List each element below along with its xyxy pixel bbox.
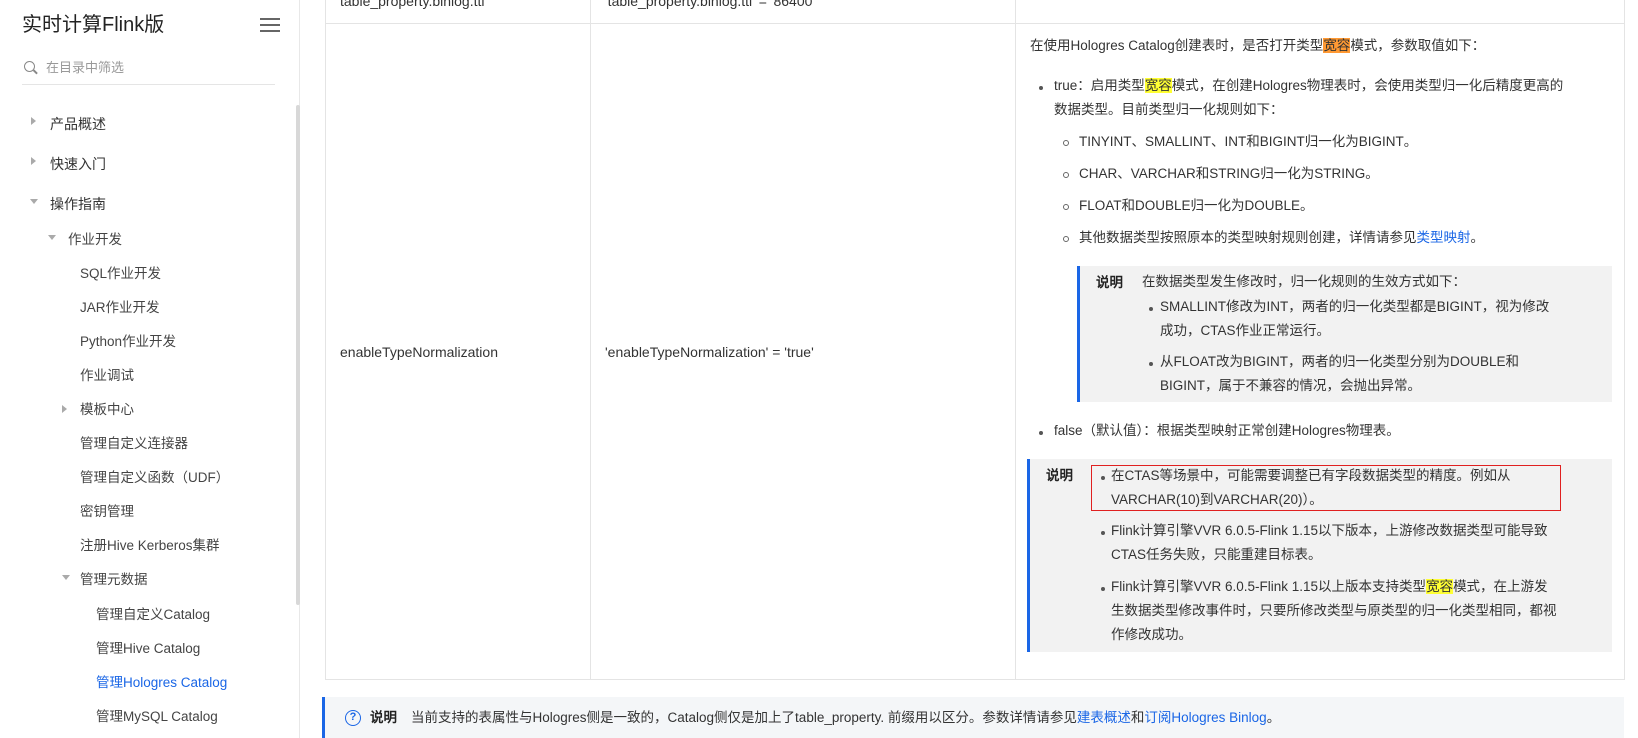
caret-down-icon[interactable] <box>62 575 70 580</box>
sidebar-scrollbar[interactable] <box>296 105 300 605</box>
search-icon <box>24 61 35 72</box>
bullet-dot <box>1101 587 1105 591</box>
bullet-dot <box>1101 531 1105 535</box>
sidebar-item-jar-job[interactable]: JAR作业开发 <box>80 298 160 318</box>
sidebar-item-product-overview[interactable]: 产品概述 <box>50 114 106 134</box>
bullet-circle <box>1063 172 1069 178</box>
sidebar-title: 实时计算Flink版 <box>22 14 165 36</box>
bottom-note: ? 说明 当前支持的表属性与Hologres侧是一致的，Catalog侧仅是加上… <box>322 697 1624 738</box>
note-item-cont: 生数据类型修改事件时，只要所修改类型与原类型的归一化类型相同，都视 <box>1111 603 1557 618</box>
note-label: 说明 <box>370 710 397 725</box>
bottom-note-text: 当前支持的表属性与Hologres侧是一致的，Catalog侧仅是加上了tabl… <box>411 710 1281 725</box>
sidebar-item-custom-catalog[interactable]: 管理自定义Catalog <box>96 605 210 625</box>
bullet-dot <box>1039 431 1043 435</box>
hologres-binlog-link[interactable]: 订阅Hologres Binlog <box>1144 710 1266 725</box>
sidebar-item-template-center[interactable]: 模板中心 <box>80 400 134 420</box>
sidebar-item-quick-start[interactable]: 快速入门 <box>50 154 106 174</box>
bullet-circle <box>1063 204 1069 210</box>
table-border <box>590 0 591 680</box>
param-name: table_property.binlog.ttl <box>340 0 485 9</box>
note-item-cont: VARCHAR(10)到VARCHAR(20)）。 <box>1111 492 1323 507</box>
caret-right-icon[interactable] <box>62 405 67 413</box>
sidebar-item-metadata[interactable]: 管理元数据 <box>80 570 148 590</box>
sidebar-item-hive-kerberos[interactable]: 注册Hive Kerberos集群 <box>80 536 220 556</box>
false-option: false（默认值）：根据类型映射正常创建Hologres物理表。 <box>1054 423 1400 438</box>
note-item: SMALLINT修改为INT，两者的归一化类型都是BIGINT，视为修改 <box>1160 299 1550 314</box>
caret-down-icon[interactable] <box>30 199 38 204</box>
sidebar-item-udf[interactable]: 管理自定义函数（UDF） <box>80 468 229 488</box>
note-item: Flink计算引擎VVR 6.0.5-Flink 1.15以上版本支持类型宽容模… <box>1111 579 1548 594</box>
rule-item: FLOAT和DOUBLE归一化为DOUBLE。 <box>1079 198 1314 213</box>
table-overview-link[interactable]: 建表概述 <box>1077 710 1131 725</box>
search-placeholder: 在目录中筛选 <box>46 60 125 75</box>
sidebar-item-sql-job[interactable]: SQL作业开发 <box>80 264 161 284</box>
note-item: 从FLOAT改为BIGINT，两者的归一化类型分别为DOUBLE和 <box>1160 354 1520 369</box>
bullet-circle <box>1063 140 1069 146</box>
true-option: true：启用类型宽容模式，在创建Hologres物理表时，会使用类型归一化后精… <box>1054 78 1564 93</box>
caret-down-icon[interactable] <box>48 235 56 240</box>
param-description: 在使用Hologres Catalog创建表时，是否打开类型宽容模式，参数取值如… <box>1030 38 1486 53</box>
note-label: 说明 <box>1046 468 1073 483</box>
param-example: 'table_property.binlog.ttl' = '86400' <box>605 0 816 9</box>
sidebar-item-key-management[interactable]: 密钥管理 <box>80 502 134 522</box>
sidebar-item-guide[interactable]: 操作指南 <box>50 194 106 214</box>
bullet-dot <box>1101 476 1105 480</box>
sidebar: 实时计算Flink版 在目录中筛选 产品概述 快速入门 操作指南 作业开发 SQ… <box>0 0 300 738</box>
table-border <box>325 679 1625 680</box>
note-label: 说明 <box>1096 275 1123 290</box>
true-option-cont: 数据类型。目前类型归一化规则如下： <box>1054 102 1284 117</box>
note-item: Flink计算引擎VVR 6.0.5-Flink 1.15以下版本，上游修改数据… <box>1111 523 1548 538</box>
rule-item: 其他数据类型按照原本的类型映射规则创建，详情请参见类型映射。 <box>1079 230 1484 245</box>
table-border <box>325 23 1625 24</box>
note-intro: 在数据类型发生修改时，归一化规则的生效方式如下： <box>1142 274 1466 289</box>
bullet-dot <box>1149 307 1153 311</box>
note-item-cont: 成功，CTAS作业正常运行。 <box>1160 323 1331 338</box>
bullet-dot <box>1039 86 1043 90</box>
menu-icon[interactable] <box>260 18 280 34</box>
question-circle-icon: ? <box>345 710 361 726</box>
note-item-cont: CTAS任务失败，只能重建目标表。 <box>1111 547 1322 562</box>
sidebar-item-job-dev[interactable]: 作业开发 <box>68 230 122 250</box>
param-example: 'enableTypeNormalization' = 'true' <box>605 344 814 360</box>
caret-right-icon[interactable] <box>31 117 36 125</box>
table-border <box>325 0 326 680</box>
sidebar-header: 实时计算Flink版 <box>22 8 280 42</box>
sidebar-item-custom-connector[interactable]: 管理自定义连接器 <box>80 434 188 454</box>
type-mapping-link[interactable]: 类型映射 <box>1417 230 1471 245</box>
table-border <box>1015 0 1016 680</box>
rule-item: TINYINT、SMALLINT、INT和BIGINT归一化为BIGINT。 <box>1079 134 1418 149</box>
note-item-cont: 作修改成功。 <box>1111 627 1192 642</box>
table-border <box>1624 0 1625 680</box>
sidebar-item-mysql-catalog[interactable]: 管理MySQL Catalog <box>96 707 218 727</box>
bullet-dot <box>1149 362 1153 366</box>
param-name: enableTypeNormalization <box>340 344 498 360</box>
search-input[interactable]: 在目录中筛选 <box>22 55 275 85</box>
caret-right-icon[interactable] <box>31 157 36 165</box>
rule-item: CHAR、VARCHAR和STRING归一化为STRING。 <box>1079 166 1379 181</box>
sidebar-item-hologres-catalog[interactable]: 管理Hologres Catalog <box>96 673 227 693</box>
sidebar-item-hive-catalog[interactable]: 管理Hive Catalog <box>96 639 200 659</box>
note-item: 在CTAS等场景中，可能需要调整已有字段数据类型的精度。例如从 <box>1111 468 1511 483</box>
note-item-cont: BIGINT，属于不兼容的情况，会抛出异常。 <box>1160 378 1422 393</box>
sidebar-item-python-job[interactable]: Python作业开发 <box>80 332 176 352</box>
bullet-circle <box>1063 236 1069 242</box>
sidebar-item-job-debug[interactable]: 作业调试 <box>80 366 134 386</box>
